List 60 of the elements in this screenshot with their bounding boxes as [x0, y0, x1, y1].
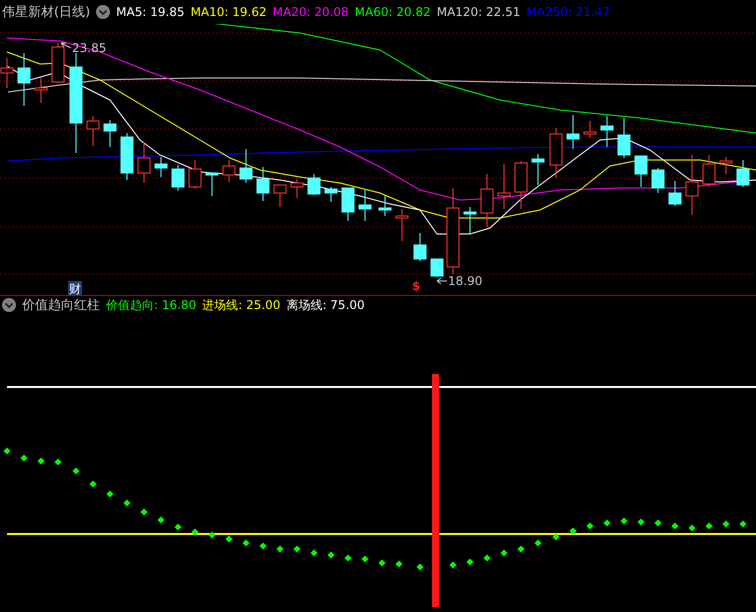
candlestick — [464, 206, 476, 234]
candlestick — [618, 118, 630, 158]
candlestick — [52, 42, 64, 84]
candlestick — [358, 190, 372, 222]
indicator-title: 价值趋向红柱 — [22, 297, 100, 314]
candlestick — [172, 164, 184, 192]
candlestick — [430, 258, 444, 278]
candlestick — [514, 160, 528, 210]
candlestick — [308, 174, 320, 196]
candlestick — [702, 154, 716, 188]
candlestick — [154, 156, 168, 178]
leader-line — [60, 42, 72, 48]
candlestick — [256, 166, 270, 202]
candlestick — [222, 160, 236, 182]
indicator-value: 进场线: 25.00 — [202, 296, 280, 314]
moving-average-value: MA20: 20.08 — [272, 5, 349, 19]
indicator-value: 离场线: 75.00 — [286, 296, 365, 314]
leader-line — [436, 278, 448, 284]
moving-average-value: MA60: 20.82 — [354, 5, 431, 19]
moving-average-value: MA5: 19.85 — [116, 5, 185, 19]
candlestick — [686, 154, 698, 216]
candlestick — [498, 164, 510, 210]
candlestick — [550, 128, 562, 178]
dropdown-icon[interactable] — [96, 5, 110, 19]
candlestick — [290, 178, 304, 198]
candlestick — [668, 180, 682, 206]
candlestick — [0, 58, 14, 88]
candlestick — [736, 160, 750, 188]
candlestick — [120, 132, 134, 180]
candlestick — [240, 148, 252, 184]
candlestick — [34, 76, 48, 104]
moving-average-value: MA10: 19.62 — [190, 5, 267, 19]
candlestick — [104, 120, 116, 148]
candlestick — [720, 156, 732, 174]
candlestick — [324, 186, 338, 202]
candlestick — [188, 160, 202, 190]
candlestick — [480, 174, 494, 228]
candlestick — [138, 142, 150, 184]
candlestick — [566, 114, 580, 150]
candlestick — [274, 184, 286, 208]
low-price-label: 18.90 — [448, 274, 482, 288]
candlestick — [414, 232, 426, 262]
candlestick — [342, 188, 354, 222]
moving-average-value: MA120: 22.51 — [436, 5, 520, 19]
indicator-value: 价值趋向: 16.80 — [106, 296, 196, 314]
candlestick — [378, 196, 392, 216]
moving-average-value: MA250: 21.47 — [526, 5, 610, 19]
candlestick — [634, 156, 648, 188]
signal-marker: $ — [412, 279, 420, 293]
candlestick — [86, 116, 100, 146]
candlestick — [396, 208, 408, 242]
candlestick — [652, 168, 664, 194]
candlestick — [584, 120, 596, 138]
dropdown-icon[interactable] — [2, 298, 16, 312]
candlestick — [206, 172, 218, 196]
candlestick — [18, 52, 30, 106]
candlestick — [532, 154, 544, 186]
stock-title: 伟星新材(日线) — [2, 4, 90, 21]
candlestick — [600, 116, 614, 148]
finance-marker[interactable]: 财 — [68, 281, 82, 295]
